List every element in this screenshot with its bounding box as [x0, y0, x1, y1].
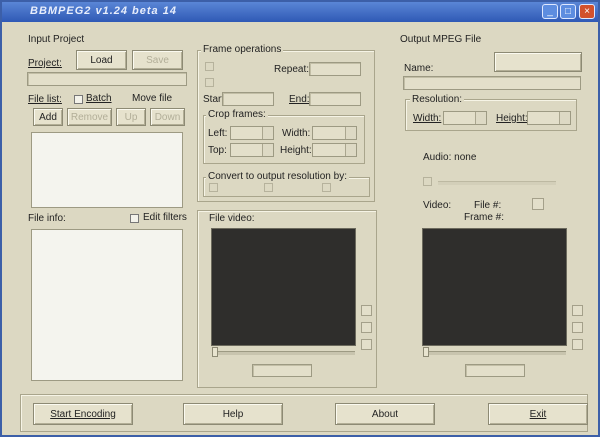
file-video-ctrl-3[interactable]: [361, 339, 372, 350]
repeat-field[interactable]: [309, 62, 361, 76]
help-button[interactable]: Help: [183, 403, 283, 425]
file-video-slider-thumb[interactable]: [212, 347, 218, 357]
output-video-slider[interactable]: [423, 351, 566, 355]
exit-button-label: Exit: [529, 408, 547, 420]
file-list-label: File list:: [28, 94, 62, 105]
output-height-label: Height:: [496, 113, 528, 124]
end-field[interactable]: [309, 92, 361, 106]
input-project-label: Input Project: [28, 34, 85, 45]
output-name-field[interactable]: [403, 76, 581, 90]
add-button-label: Add: [39, 111, 57, 123]
file-info-label: File info:: [28, 213, 66, 224]
crop-height-label: Height:: [280, 145, 312, 156]
frame-number-label: Frame #:: [464, 212, 505, 223]
file-video-ctrl-1[interactable]: [361, 305, 372, 316]
output-browse-button[interactable]: [494, 52, 582, 72]
file-video-slider[interactable]: [212, 351, 355, 355]
end-label: End:: [289, 94, 310, 105]
crop-width-label: Width:: [282, 128, 311, 139]
file-number-spinner[interactable]: [532, 198, 544, 210]
frame-ops-checkbox-1[interactable]: [205, 62, 214, 71]
main-window: BBMPEG2 v1.24 beta 14 _ □ × Input Projec…: [0, 0, 600, 437]
crop-height-spinner[interactable]: [312, 143, 357, 157]
file-video-label: File video:: [207, 213, 257, 224]
title-bar[interactable]: BBMPEG2 v1.24 beta 14 _ □ ×: [2, 2, 598, 22]
file-list[interactable]: [31, 132, 183, 208]
output-audio-option-text: [438, 181, 556, 185]
up-button-label: Up: [124, 111, 138, 123]
save-button[interactable]: Save: [132, 50, 183, 70]
load-button[interactable]: Load: [76, 50, 127, 70]
minimize-button[interactable]: _: [542, 4, 558, 19]
output-width-label: Width:: [413, 113, 442, 124]
add-button[interactable]: Add: [33, 108, 63, 126]
output-video-frame-field[interactable]: [465, 364, 525, 377]
start-encoding-button[interactable]: Start Encoding: [33, 403, 133, 425]
edit-filters-label: Edit filters: [143, 212, 187, 223]
help-button-label: Help: [222, 408, 244, 420]
down-button-label: Down: [154, 111, 181, 123]
convert-option-1[interactable]: [209, 183, 218, 192]
audio-label: Audio: none: [423, 152, 477, 163]
convert-option-2[interactable]: [264, 183, 273, 192]
crop-width-spinner[interactable]: [312, 126, 357, 140]
exit-button[interactable]: Exit: [488, 403, 588, 425]
load-button-label: Load: [90, 54, 113, 66]
output-video-ctrl-2[interactable]: [572, 322, 583, 333]
project-path-field[interactable]: [27, 72, 187, 86]
frame-operations-label: Frame operations: [201, 44, 284, 55]
file-video-frame-field[interactable]: [252, 364, 312, 377]
convert-resolution-label: Convert to output resolution by:: [206, 171, 349, 182]
frame-ops-checkbox-2[interactable]: [205, 78, 214, 87]
maximize-button[interactable]: □: [560, 4, 576, 19]
output-name-label: Name:: [404, 63, 434, 74]
crop-frames-label: Crop frames:: [206, 109, 268, 120]
up-button[interactable]: Up: [116, 108, 146, 126]
batch-checkbox[interactable]: [74, 95, 83, 104]
file-video-preview: [211, 228, 356, 346]
edit-filters-checkbox[interactable]: [130, 214, 139, 223]
about-button[interactable]: About: [335, 403, 435, 425]
crop-left-spinner[interactable]: [230, 126, 274, 140]
output-video-ctrl-1[interactable]: [572, 305, 583, 316]
file-number-label: File #:: [474, 200, 502, 211]
crop-top-spinner[interactable]: [230, 143, 274, 157]
crop-left-label: Left:: [208, 128, 228, 139]
about-button-label: About: [371, 408, 399, 420]
output-audio-checkbox[interactable]: [423, 177, 432, 186]
batch-label: Batch: [86, 93, 112, 104]
video-label: Video:: [423, 200, 452, 211]
file-info-list[interactable]: [31, 229, 183, 381]
output-video-slider-thumb[interactable]: [423, 347, 429, 357]
file-video-ctrl-2[interactable]: [361, 322, 372, 333]
save-button-label: Save: [146, 54, 169, 66]
crop-top-label: Top:: [208, 145, 227, 156]
output-height-spinner[interactable]: [527, 111, 571, 125]
remove-button[interactable]: Remove: [67, 108, 112, 126]
output-video-preview: [422, 228, 567, 346]
down-button[interactable]: Down: [150, 108, 185, 126]
project-label: Project:: [28, 58, 62, 69]
start-encoding-button-label: Start Encoding: [50, 408, 116, 420]
output-mpeg-label: Output MPEG File: [400, 34, 482, 45]
start-field[interactable]: [222, 92, 274, 106]
output-video-ctrl-3[interactable]: [572, 339, 583, 350]
window-title: BBMPEG2 v1.24 beta 14: [30, 5, 177, 17]
output-width-spinner[interactable]: [443, 111, 487, 125]
resolution-label: Resolution:: [410, 94, 465, 105]
convert-option-3[interactable]: [322, 183, 331, 192]
remove-button-label: Remove: [70, 111, 109, 123]
close-button[interactable]: ×: [579, 4, 595, 19]
move-file-label: Move file: [132, 93, 173, 104]
repeat-label: Repeat:: [274, 64, 310, 75]
